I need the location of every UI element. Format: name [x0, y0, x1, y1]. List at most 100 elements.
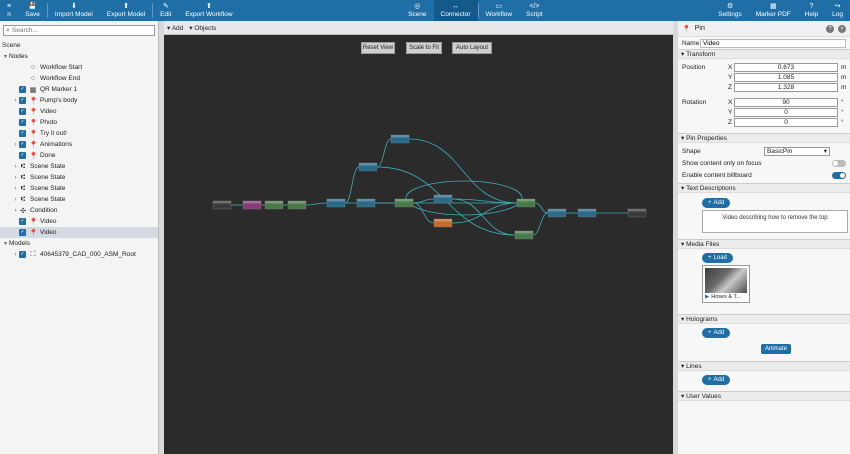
tree-item[interactable]: ✓ ▦ QR Marker 1: [0, 84, 158, 95]
tree-item[interactable]: › ⑆ Scene State: [0, 194, 158, 205]
video-icon: ▶: [705, 294, 710, 300]
tree-item-label: Video: [40, 218, 57, 225]
close-icon[interactable]: ×: [838, 24, 846, 33]
add-node-dropdown[interactable]: ▾ Add: [167, 24, 183, 32]
plus-icon: +: [708, 255, 712, 261]
objects-dropdown[interactable]: ▾ Objects: [189, 24, 216, 32]
toolbar-export-workflow-button[interactable]: ⬆ Export Workflow: [178, 0, 239, 21]
holograms-section-header[interactable]: ▾ Holograms: [678, 314, 850, 324]
shape-select[interactable]: BasicPin ▾: [764, 146, 830, 156]
tree-item[interactable]: ○ Workflow End: [0, 73, 158, 84]
toolbar-script-button[interactable]: </> Script: [519, 0, 550, 21]
tree-item-label: Animations: [40, 141, 73, 148]
toolbar-gear-button[interactable]: ⚙ Settings: [711, 0, 749, 21]
search-box[interactable]: ⌕: [3, 25, 155, 36]
visibility-checkbox[interactable]: ✓: [19, 108, 26, 115]
visibility-checkbox[interactable]: ✓: [19, 251, 26, 258]
visibility-checkbox[interactable]: ✓: [19, 229, 26, 236]
toolbar-edit-button[interactable]: ✎ Edit: [153, 0, 178, 21]
chevron-right-icon[interactable]: ›: [12, 175, 19, 181]
toolbar-hamburger-button[interactable]: ≡ n: [0, 0, 18, 21]
tree-item[interactable]: ▾ Nodes: [0, 51, 158, 62]
tree-item[interactable]: ▾ Models: [0, 238, 158, 249]
position-z-input[interactable]: 1.328: [734, 82, 838, 92]
chevron-right-icon[interactable]: ›: [12, 164, 19, 170]
tree-item[interactable]: › ✣ Condition: [0, 205, 158, 216]
toolbar-export-button[interactable]: ⬆ Export Model: [100, 0, 152, 21]
visibility-checkbox[interactable]: ✓: [19, 141, 26, 148]
lines-section-header[interactable]: ▾ Lines: [678, 361, 850, 371]
name-input[interactable]: [700, 38, 846, 48]
chevron-right-icon[interactable]: ›: [12, 186, 19, 192]
tree-item[interactable]: › ⑆ Scene State: [0, 183, 158, 194]
chevron-right-icon[interactable]: ›: [12, 98, 19, 104]
visibility-checkbox[interactable]: ✓: [19, 97, 26, 104]
visibility-checkbox[interactable]: ✓: [19, 218, 26, 225]
visibility-checkbox[interactable]: ✓: [19, 119, 26, 126]
rotation-z-input[interactable]: 0: [734, 117, 838, 127]
position-y-input[interactable]: 1.085: [734, 72, 838, 82]
tree-item-label: Photo: [40, 119, 57, 126]
text-descriptions-section-header[interactable]: ▾ Text Descriptions: [678, 183, 850, 193]
search-input[interactable]: [11, 27, 152, 34]
position-x-input[interactable]: 0.673: [734, 62, 838, 72]
add-hologram-button[interactable]: + Add: [702, 328, 731, 338]
media-thumbnail[interactable]: ▶ Hoses & T...: [702, 265, 750, 303]
animate-button[interactable]: Animate: [760, 344, 791, 354]
show-content-toggle[interactable]: [832, 159, 846, 167]
billboard-row: Enable content billboard: [678, 169, 850, 181]
shape-value: BasicPin: [767, 147, 793, 155]
tree-item[interactable]: ✓ 📍 Video: [0, 227, 158, 238]
toolbar-import-button[interactable]: ⬇ Import Model: [48, 0, 100, 21]
visibility-checkbox[interactable]: ✓: [19, 86, 26, 93]
toolbar-marker-button[interactable]: ▦ Marker PDF: [749, 0, 798, 21]
unit-label: °: [841, 108, 844, 116]
video-thumbnail-image: [705, 268, 747, 293]
graph-node-header: [288, 201, 306, 204]
toolbar-logout-button[interactable]: ↪ Log: [825, 0, 850, 21]
help-icon[interactable]: ?: [826, 24, 834, 33]
chevron-right-icon[interactable]: ›: [12, 208, 19, 214]
toolbar-save-button[interactable]: 💾 Save: [18, 0, 47, 21]
pin-icon: 📍: [29, 119, 38, 127]
rotation-x-input[interactable]: 90: [734, 97, 838, 107]
add-hologram-wrap: + Add: [678, 324, 850, 338]
tree-item[interactable]: ✓ 📍 Video: [0, 216, 158, 227]
tree-item[interactable]: ✓ 📍 Video: [0, 106, 158, 117]
tree-item[interactable]: › ⑆ Scene State: [0, 161, 158, 172]
tree-item[interactable]: ✓ 📍 Done: [0, 150, 158, 161]
tree-item[interactable]: ✓ 📍 Photo: [0, 117, 158, 128]
tree-item-label: Workflow Start: [40, 64, 83, 71]
tree-item[interactable]: › ✓ 📍 Animations: [0, 139, 158, 150]
graph-node-header: [357, 199, 375, 202]
chevron-right-icon[interactable]: ›: [12, 252, 19, 258]
toolbar-help-button[interactable]: ? Help: [798, 0, 825, 21]
toolbar-workflow-button[interactable]: ▭ Workflow: [479, 0, 520, 21]
tree-item[interactable]: › ✓ 📍 Pump's body: [0, 95, 158, 106]
rotation-y-input[interactable]: 0: [734, 107, 838, 117]
chevron-right-icon[interactable]: ›: [12, 142, 19, 148]
toolbar-connector-button[interactable]: ↔ Connector: [433, 0, 478, 21]
media-files-section-header[interactable]: ▾ Media Files: [678, 239, 850, 249]
chevron-down-icon[interactable]: ▾: [2, 53, 9, 60]
chevron-down-icon[interactable]: ▾: [2, 240, 9, 247]
condition-icon: ✣: [20, 207, 26, 215]
visibility-checkbox[interactable]: ✓: [19, 152, 26, 159]
workflow-canvas[interactable]: Reset View Scale to Fit Auto Layout: [164, 35, 673, 454]
user-values-section-header[interactable]: ▾ User Values: [678, 391, 850, 401]
toolbar-scene-button[interactable]: ◎ Scene: [401, 0, 433, 21]
add-description-button[interactable]: + Add: [702, 198, 731, 208]
add-line-button[interactable]: + Add: [702, 375, 731, 385]
tree-item[interactable]: ○ Workflow Start: [0, 62, 158, 73]
graph-edge: [408, 138, 518, 204]
pin-properties-section-header[interactable]: ▾ Pin Properties: [678, 133, 850, 143]
transform-section-header[interactable]: ▾ Transform: [678, 49, 850, 59]
description-box[interactable]: Video describing how to remove the top: [702, 210, 848, 233]
load-media-button[interactable]: + Load: [702, 253, 733, 263]
billboard-toggle[interactable]: [832, 171, 846, 179]
tree-item[interactable]: ✓ 📍 Try it out!: [0, 128, 158, 139]
tree-item[interactable]: › ✓ ⛶ 40645379_CAD_000_ASM_Root: [0, 249, 158, 260]
tree-item[interactable]: › ⑆ Scene State: [0, 172, 158, 183]
visibility-checkbox[interactable]: ✓: [19, 130, 26, 137]
chevron-right-icon[interactable]: ›: [12, 197, 19, 203]
